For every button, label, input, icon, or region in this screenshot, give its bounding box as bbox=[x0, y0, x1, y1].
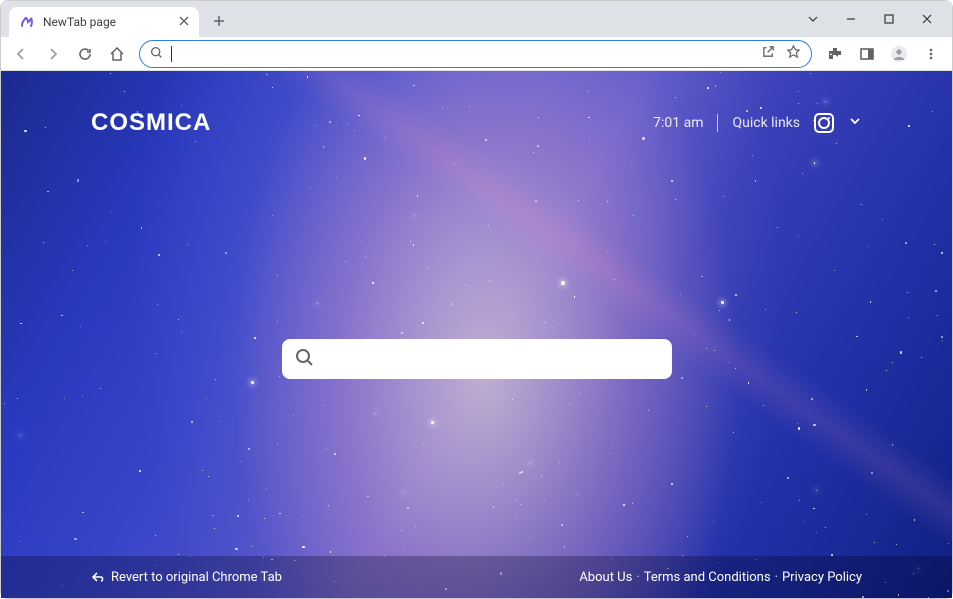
page-footer: Revert to original Chrome Tab About Us ·… bbox=[1, 556, 952, 598]
window-close-button[interactable] bbox=[908, 5, 946, 33]
search-icon bbox=[150, 44, 163, 63]
menu-icon[interactable] bbox=[916, 40, 946, 68]
revert-label: Revert to original Chrome Tab bbox=[111, 570, 282, 585]
search-input[interactable] bbox=[324, 350, 660, 368]
sidepanel-icon[interactable] bbox=[852, 40, 882, 68]
forward-button[interactable] bbox=[39, 40, 67, 68]
logo: COSMICA bbox=[91, 109, 211, 137]
address-caret bbox=[171, 46, 172, 62]
quick-links-button[interactable]: Quick links bbox=[732, 115, 800, 131]
address-bar[interactable] bbox=[139, 40, 812, 68]
divider bbox=[717, 114, 718, 132]
browser-toolbar bbox=[1, 37, 952, 71]
window-dropdown-button[interactable] bbox=[794, 5, 832, 33]
page-content: COSMICA 7:01 am Quick links Revert to or… bbox=[1, 71, 952, 598]
terms-link[interactable]: Terms and Conditions bbox=[644, 570, 771, 585]
privacy-link[interactable]: Privacy Policy bbox=[782, 570, 862, 585]
instagram-icon[interactable] bbox=[814, 113, 834, 133]
window-controls bbox=[794, 1, 946, 37]
titlebar: NewTab page bbox=[1, 1, 952, 37]
back-button[interactable] bbox=[7, 40, 35, 68]
search-box[interactable] bbox=[282, 339, 672, 379]
browser-window: NewTab page bbox=[0, 0, 953, 599]
search-icon bbox=[294, 347, 314, 371]
extensions-icon[interactable] bbox=[820, 40, 850, 68]
separator: · bbox=[636, 570, 639, 585]
window-minimize-button[interactable] bbox=[832, 5, 870, 33]
home-button[interactable] bbox=[103, 40, 131, 68]
footer-links: About Us · Terms and Conditions · Privac… bbox=[579, 570, 862, 585]
page-header: COSMICA 7:01 am Quick links bbox=[1, 109, 952, 137]
reload-button[interactable] bbox=[71, 40, 99, 68]
bookmark-icon[interactable] bbox=[786, 44, 801, 63]
browser-tab[interactable]: NewTab page bbox=[9, 7, 199, 37]
tab-favicon bbox=[19, 14, 35, 30]
share-icon[interactable] bbox=[761, 44, 776, 63]
tab-title: NewTab page bbox=[43, 15, 171, 29]
address-input[interactable] bbox=[180, 46, 753, 61]
new-tab-button[interactable] bbox=[205, 7, 233, 35]
chevron-down-icon[interactable] bbox=[848, 114, 862, 132]
revert-link[interactable]: Revert to original Chrome Tab bbox=[91, 570, 282, 585]
profile-icon[interactable] bbox=[884, 40, 914, 68]
window-maximize-button[interactable] bbox=[870, 5, 908, 33]
separator: · bbox=[775, 570, 778, 585]
tab-close-button[interactable] bbox=[179, 15, 189, 29]
about-link[interactable]: About Us bbox=[579, 570, 632, 585]
search-container bbox=[282, 339, 672, 379]
stars-layer bbox=[1, 71, 952, 598]
clock: 7:01 am bbox=[653, 115, 703, 131]
